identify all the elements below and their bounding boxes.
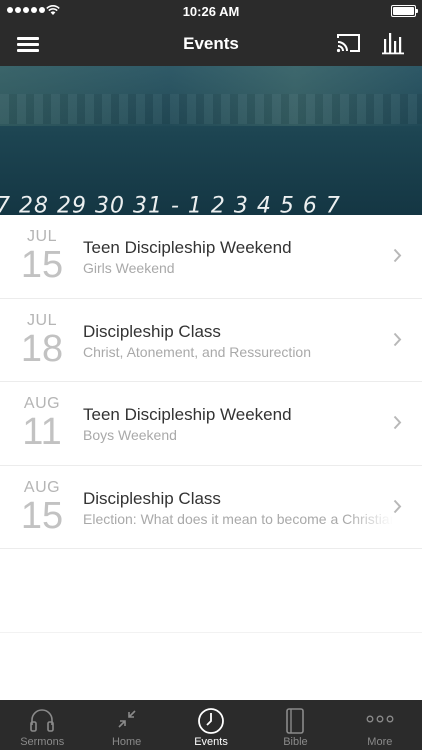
tab-home[interactable]: Home [84, 700, 168, 750]
chevron-right-icon [393, 248, 402, 263]
tab-events[interactable]: Events [169, 700, 253, 750]
tab-more[interactable]: More [338, 700, 422, 750]
event-subtitle: Election: What does it mean to become a … [83, 510, 393, 527]
tab-label: More [367, 736, 393, 748]
tab-bar: Sermons Home Events Bible More [0, 700, 422, 750]
more-dots-icon [366, 715, 394, 723]
chevron-right-icon [393, 332, 402, 346]
chevron-right-icon [393, 415, 402, 430]
event-title: Discipleship Class [83, 321, 221, 341]
cast-icon[interactable] [336, 32, 362, 54]
tab-bible[interactable]: Bible [253, 700, 337, 750]
event-day: 15 [20, 244, 64, 286]
tab-label: Events [194, 736, 228, 748]
navigation-bar: Events [0, 22, 422, 66]
event-row[interactable]: JUL 18 Discipleship Class Christ, Atonem… [0, 299, 422, 382]
event-day: 15 [20, 494, 64, 537]
status-time: 10:26 AM [182, 4, 240, 19]
chevron-right-icon [393, 499, 402, 513]
collapse-arrows-icon [118, 710, 136, 728]
hero-banner: 7 28 29 30 31 - 1 2 3 4 5 6 7 [0, 66, 422, 215]
event-title: Teen Discipleship Weekend [83, 405, 292, 424]
empty-list-row [0, 549, 422, 633]
clock-icon [198, 708, 224, 734]
book-icon [286, 708, 305, 734]
equalizer-icon[interactable] [382, 31, 406, 55]
event-subtitle: Boys Weekend [83, 427, 177, 443]
event-row[interactable]: JUL 15 Teen Discipleship Weekend Girls W… [0, 215, 422, 299]
event-title: Discipleship Class [83, 488, 221, 508]
calendar-date-strip[interactable]: 7 28 29 30 31 - 1 2 3 4 5 6 7 [0, 194, 341, 216]
tab-label: Home [111, 736, 142, 748]
event-subtitle: Christ, Atonement, and Ressurection [83, 343, 312, 360]
headphones-icon [30, 709, 55, 732]
event-day: 18 [20, 327, 64, 370]
tab-label: Bible [283, 736, 308, 748]
event-subtitle: Girls Weekend [83, 260, 175, 276]
event-row[interactable]: AUG 15 Discipleship Class Election: What… [0, 466, 422, 549]
event-title: Teen Discipleship Weekend [83, 238, 292, 257]
tab-label: Sermons [20, 736, 65, 748]
event-list: JUL 15 Teen Discipleship Weekend Girls W… [0, 215, 422, 633]
event-row[interactable]: AUG 11 Teen Discipleship Weekend Boys We… [0, 382, 422, 466]
battery-icon [391, 5, 418, 17]
status-bar: 10:26 AM [0, 0, 422, 22]
tab-sermons[interactable]: Sermons [0, 700, 84, 750]
event-day: 11 [22, 411, 62, 453]
